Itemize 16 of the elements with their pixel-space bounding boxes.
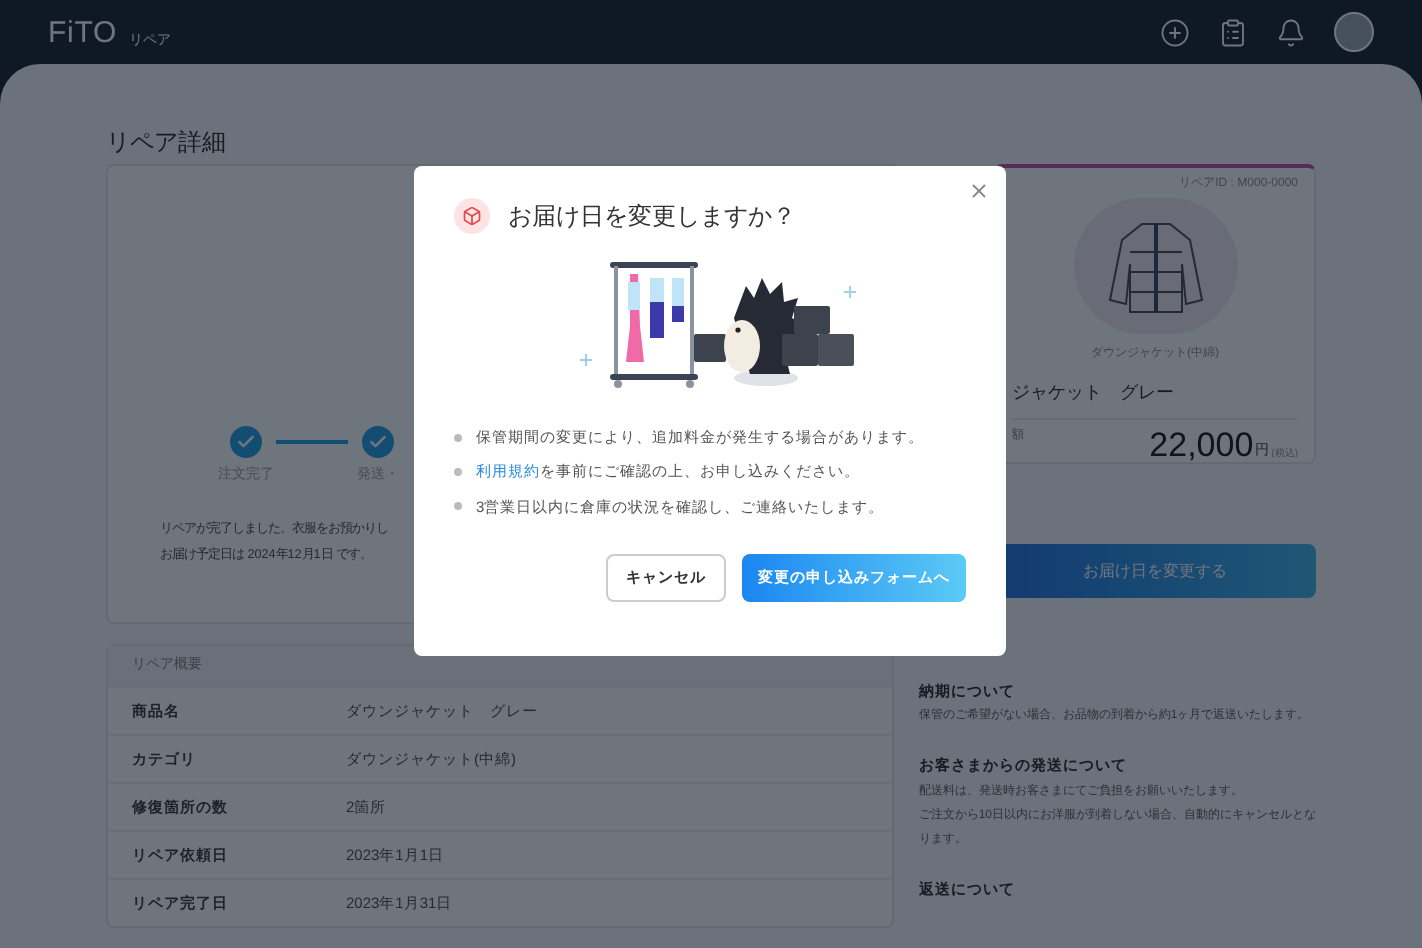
- avatar[interactable]: [1334, 12, 1374, 52]
- dialog-title: お届け日を変更しますか？: [508, 200, 796, 234]
- page-title: リペア詳細: [106, 126, 228, 160]
- add-icon[interactable]: [1160, 17, 1190, 47]
- app-logo[interactable]: FiTO: [48, 17, 118, 47]
- item-name: ジャケット グレー: [1012, 379, 1176, 405]
- price: 22,000: [1149, 428, 1254, 462]
- notification-icon[interactable]: [1276, 17, 1306, 47]
- check-icon: [368, 432, 388, 452]
- check-icon: [236, 432, 256, 452]
- clipboard-icon[interactable]: [1218, 17, 1248, 47]
- box-icon: [454, 198, 490, 234]
- bullet-icon: [454, 502, 462, 511]
- close-icon[interactable]: [968, 180, 990, 202]
- bullet-icon: [454, 467, 462, 476]
- bullet-icon: [454, 433, 462, 442]
